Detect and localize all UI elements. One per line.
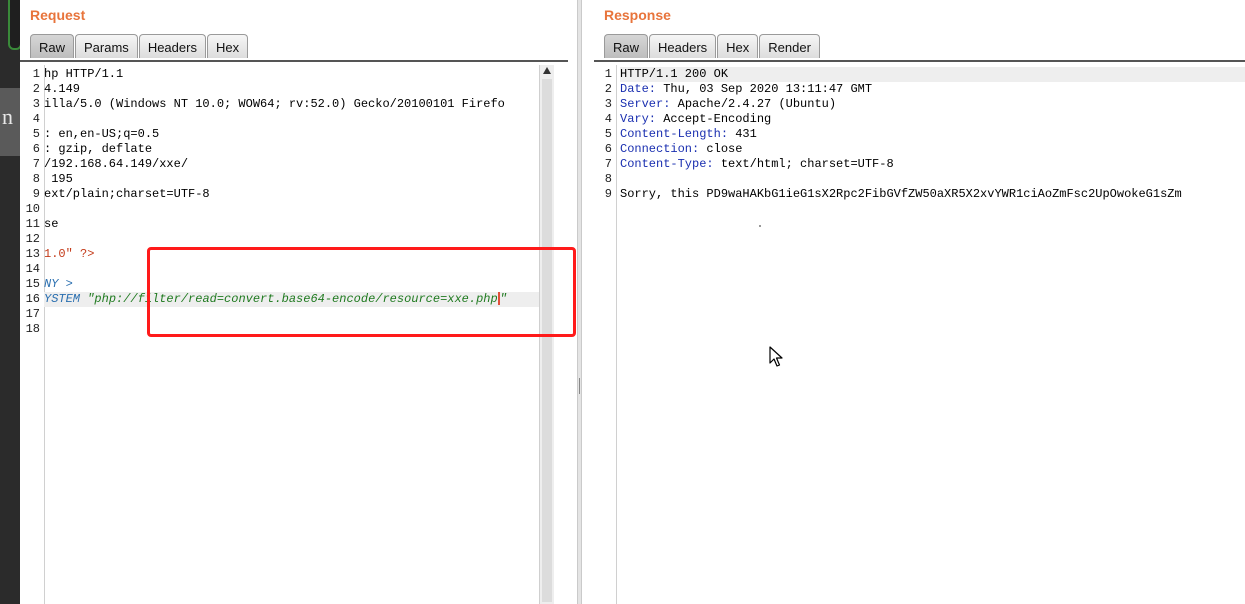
request-code-line	[44, 232, 554, 247]
response-code-line: Connection: close	[620, 142, 1245, 157]
request-tabs: Raw Params Headers Hex	[30, 34, 249, 61]
response-editor[interactable]: 123456789 HTTP/1.1 200 OK Date: Thu, 03 S…	[594, 65, 1245, 604]
response-code-line: Sorry, this PD9waHAKbG1ieG1sX2Rpc2FibGVf…	[620, 187, 1182, 201]
response-tab-render[interactable]: Render	[759, 34, 820, 58]
response-code-line: HTTP/1.1 200 OK	[620, 67, 1245, 82]
response-code-line: Vary: Accept-Encoding	[620, 112, 1245, 127]
header-key: Connection:	[620, 142, 700, 156]
response-title: Response	[604, 7, 671, 23]
annotation-highlight-box	[147, 247, 576, 337]
background-window-strip: n	[0, 0, 22, 604]
request-code-line: 4.149	[44, 82, 81, 96]
request-line-number: 17	[25, 307, 40, 321]
request-line-number: 6	[32, 142, 40, 156]
request-code-line: ext/plain;charset=UTF-8	[44, 187, 210, 201]
response-code-line: Date: Thu, 03 Sep 2020 13:11:47 GMT	[620, 82, 1245, 97]
request-code-line: se	[44, 217, 59, 231]
request-line-number: 13	[25, 247, 40, 261]
request-code-line: : gzip, deflate	[44, 142, 153, 156]
request-line-number: 10	[25, 202, 40, 216]
response-pane: Response Raw Headers Hex Render 12345678…	[594, 0, 1245, 604]
request-line-number: 15	[25, 277, 40, 291]
request-code-line: 195	[44, 172, 73, 186]
request-code-line	[44, 202, 554, 217]
header-key: Server:	[620, 97, 671, 111]
response-line-number: 7	[604, 157, 612, 171]
request-title: Request	[30, 7, 86, 23]
request-tab-hex[interactable]: Hex	[206, 34, 249, 58]
response-code-area[interactable]: HTTP/1.1 200 OK Date: Thu, 03 Sep 2020 13…	[620, 67, 1245, 202]
header-value: Apache/2.4.27 (Ubuntu)	[670, 97, 837, 111]
request-line-number: 8	[32, 172, 40, 186]
response-tab-headers[interactable]: Headers	[649, 34, 717, 58]
response-line-gutter: 123456789	[594, 65, 617, 604]
response-code-line	[620, 172, 1245, 187]
request-tab-raw[interactable]: Raw	[30, 34, 75, 58]
request-tab-params[interactable]: Params	[75, 34, 138, 58]
response-line-number: 3	[604, 97, 612, 111]
header-value: Accept-Encoding	[656, 112, 772, 126]
response-tabs: Raw Headers Hex Render	[604, 34, 821, 61]
request-code-line	[44, 112, 554, 127]
header-value: text/html; charset=UTF-8	[713, 157, 894, 171]
request-line-number: 9	[32, 187, 40, 201]
mouse-pointer-icon	[769, 346, 783, 367]
request-line-number: 1	[32, 67, 40, 81]
request-line-number: 2	[32, 82, 40, 96]
header-key: Content-Type:	[620, 157, 714, 171]
response-code-line: Content-Length: 431	[620, 127, 1245, 142]
header-value: Thu, 03 Sep 2020 13:11:47 GMT	[656, 82, 873, 96]
response-tab-hex[interactable]: Hex	[717, 34, 759, 58]
response-line-number: 8	[604, 172, 612, 186]
header-key: Content-Length:	[620, 127, 729, 141]
request-tab-headers[interactable]: Headers	[138, 34, 206, 58]
request-code-line: hp HTTP/1.1	[44, 67, 124, 81]
pane-splitter[interactable]	[577, 0, 582, 604]
scroll-up-arrow-icon[interactable]	[543, 67, 551, 74]
response-line-number: 5	[604, 127, 612, 141]
request-line-number: 18	[25, 322, 40, 336]
request-tab-underline	[20, 60, 568, 62]
request-line-number: 7	[32, 157, 40, 171]
request-line-number: 16	[25, 292, 40, 306]
header-key: Vary:	[620, 112, 657, 126]
response-code-line: Server: Apache/2.4.27 (Ubuntu)	[620, 97, 1245, 112]
background-glyph: n	[2, 104, 13, 129]
request-line-number: 12	[25, 232, 40, 246]
request-line-number: 14	[25, 262, 40, 276]
response-line-number: 2	[604, 82, 612, 96]
request-line-number: 11	[25, 217, 40, 231]
request-code-line: /192.168.64.149/xxe/	[44, 157, 189, 171]
header-value: 431	[728, 127, 757, 141]
response-tab-raw[interactable]: Raw	[604, 34, 649, 58]
response-line-number: 9	[604, 187, 612, 201]
header-key: Date:	[620, 82, 657, 96]
entity-keyword: YSTEM	[44, 292, 88, 306]
response-tab-underline	[594, 60, 1245, 62]
response-code-line: Content-Type: text/html; charset=UTF-8	[620, 157, 1245, 172]
request-line-number: 5	[32, 127, 40, 141]
stray-pixel	[759, 225, 761, 227]
request-code-line: : en,en-US;q=0.5	[44, 127, 160, 141]
request-scroll-thumb[interactable]	[542, 79, 552, 602]
response-line-number: 4	[604, 112, 612, 126]
request-line-number: 4	[32, 112, 40, 126]
request-line-number: 3	[32, 97, 40, 111]
response-line-number: 1	[604, 67, 612, 81]
header-value: close	[699, 142, 743, 156]
request-code-line: illa/5.0 (Windows NT 10.0; WOW64; rv:52.…	[44, 97, 505, 111]
splitter-grip-icon[interactable]	[579, 378, 580, 394]
response-line-number: 6	[604, 142, 612, 156]
request-line-gutter: 1 2 3 4 5 6 7 8 9 10 11 12 13 14 15 16 17 18	[20, 65, 45, 604]
